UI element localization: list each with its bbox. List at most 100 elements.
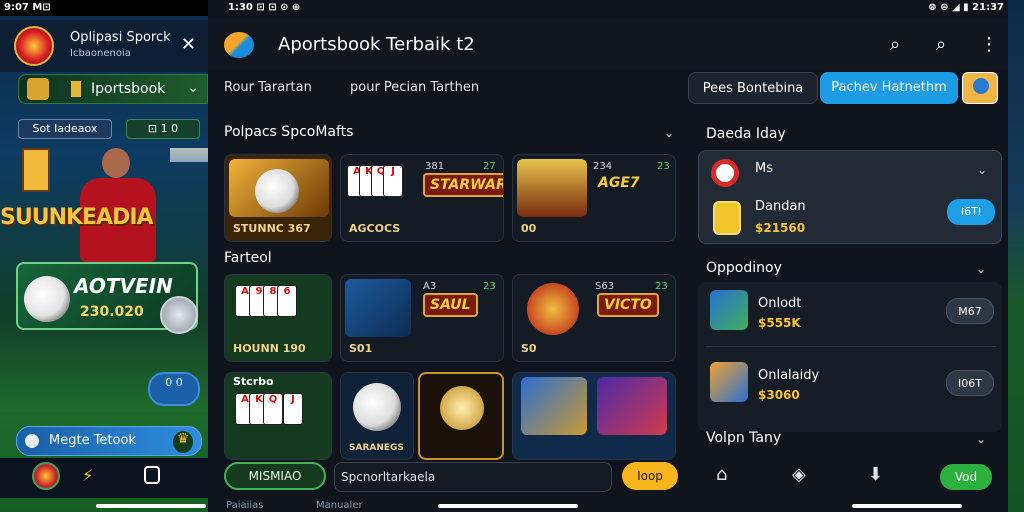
game-tile[interactable]: 234 23 AGE7 00 <box>512 154 676 242</box>
game-tile[interactable]: Stcrbo AKQJ <box>224 372 332 460</box>
featured-card[interactable]: Ms ⌄ Dandan $21560 I6TI <box>698 150 1002 244</box>
promo-card-value: 230.020 <box>80 304 144 320</box>
chevron-down-icon[interactable]: ⌄ <box>977 163 987 177</box>
app-header: Oplipasi Sporck Icbaonenoia ✕ <box>0 20 208 72</box>
featured-bet-button[interactable]: I6TI <box>947 199 995 225</box>
team-icon <box>710 290 748 330</box>
stadium-lights <box>170 148 208 162</box>
tab-second[interactable]: pour Pecian Tarthen <box>350 80 479 95</box>
game-tile[interactable]: A986 HOUNN 190 <box>224 274 332 362</box>
go-button[interactable]: Ioop <box>622 462 678 490</box>
game-art <box>527 283 579 335</box>
close-icon[interactable]: ✕ <box>181 34 196 55</box>
game-title: Stcrbo <box>233 375 274 388</box>
side-bottom-nav: ⌂ ◈ ⬇ Vod <box>698 458 1004 498</box>
chat-icon[interactable]: ◈ <box>792 464 806 485</box>
game-tile[interactable]: SARANEGS <box>340 372 414 460</box>
game-tile[interactable]: A3 23 SAUL S01 <box>340 274 504 362</box>
search-input[interactable]: Spcnorltarkaela <box>334 462 612 492</box>
status-icons: M⊡ <box>32 2 51 13</box>
game-number-alt: 23 <box>657 161 670 172</box>
football-icon <box>24 276 70 322</box>
opportunity-bet-button[interactable]: I06T <box>946 370 994 396</box>
game-number: S63 <box>595 281 615 292</box>
dock-square-icon[interactable] <box>144 466 160 484</box>
search-alt-icon[interactable]: ⌕ <box>936 34 946 55</box>
bottom-action-label: Megte Tetook <box>49 433 136 448</box>
info-icon <box>25 434 39 448</box>
side-title-daily: Daeda Iday <box>706 126 786 142</box>
bottom-bar: MISMIAO Spcnorltarkaela Ioop <box>208 458 688 498</box>
filter-pill-left[interactable]: Sot Iadeaox <box>18 119 112 139</box>
location-pin-icon <box>711 159 739 187</box>
game-label: AGCOCS <box>349 222 401 235</box>
featured-amount: $21560 <box>755 221 806 235</box>
opportunity-list: Onlodt $555K M67 Onlalaidy $3060 I06T <box>698 282 1002 432</box>
game-tile[interactable] <box>512 372 676 460</box>
game-label: S0 <box>521 342 537 355</box>
brand-logo-icon[interactable] <box>224 32 254 58</box>
bottom-caption-right: Manualer <box>316 500 363 511</box>
flag-icon <box>71 81 81 97</box>
game-number-alt: 23 <box>655 281 668 292</box>
side-column: Daeda Iday Ms ⌄ Dandan $21560 I6TI Oppod… <box>694 116 1004 496</box>
game-logo: STARWAR <box>423 173 503 197</box>
cards-icon: AKQJ <box>347 165 407 207</box>
chevron-down-icon[interactable]: ⌄ <box>187 80 199 96</box>
tab-pill-dark[interactable]: Pees Bontebina <box>688 72 818 104</box>
ticket-icon <box>713 201 741 235</box>
status-bar: 1:30 ⊡ ⊡ ⊙ ⊕ ⊗ ⊜ ◢ ▮ 21:37 <box>208 0 1008 16</box>
side-title-opportunity: Oppodinoy <box>706 260 782 276</box>
trophy-icon[interactable]: ♛ <box>173 431 193 453</box>
top-header: Aportsbook Terbaik t2 ⌕ ⌕ ⋮ <box>208 18 1008 70</box>
game-logo: AGE7 <box>598 175 640 191</box>
floating-badge[interactable]: 0 0 <box>148 372 200 406</box>
game-tile[interactable] <box>418 372 504 460</box>
game-tile[interactable]: STUNNC 367 <box>224 154 332 242</box>
mission-button[interactable]: MISMIAO <box>224 462 326 490</box>
opportunity-name: Onlodt <box>758 296 802 311</box>
cards-icon: A986 <box>235 285 297 327</box>
game-label: SARANEGS <box>349 443 404 453</box>
game-number: 381 <box>425 161 445 172</box>
search-icon[interactable]: ⌕ <box>890 34 900 55</box>
filter-pill-right[interactable]: ⊡ 1 0 <box>126 119 200 139</box>
home-indicator-center <box>438 504 578 508</box>
chevron-down-icon[interactable]: ⌄ <box>976 432 986 446</box>
download-icon[interactable]: ⬇ <box>868 464 883 485</box>
home-icon[interactable]: ⌂ <box>716 464 727 485</box>
left-dock: ⚡ <box>0 458 208 498</box>
chevron-down-icon[interactable]: ⌄ <box>976 262 986 276</box>
game-number: 234 <box>593 161 613 172</box>
opportunity-amount: $555K <box>758 316 801 330</box>
game-label: HOUNN 190 <box>233 342 306 355</box>
tab-pill-active[interactable]: Pachev Hatnethm <box>820 72 958 104</box>
game-tile[interactable]: S63 23 VICTO S0 <box>512 274 676 362</box>
go-green-button[interactable]: Vod <box>940 464 992 490</box>
game-art <box>517 159 587 217</box>
corner-flag-icon <box>22 148 50 192</box>
more-vertical-icon[interactable]: ⋮ <box>980 34 998 55</box>
game-art-alt <box>597 377 667 435</box>
status-time: 9:07 <box>4 2 29 13</box>
sportsbook-nav[interactable]: Iportsbook ⌄ <box>18 74 208 104</box>
dock-bolt-icon[interactable]: ⚡ <box>82 466 93 485</box>
game-tile[interactable]: AKQJ 381 27 STARWAR AGCOCS <box>340 154 504 242</box>
section-title-featured: Farteol <box>224 250 272 266</box>
featured-name: Ms <box>755 161 773 176</box>
games-area: Polpacs SpcoMafts ⌄ STUNNC 367 AKQJ 381 … <box>208 116 688 460</box>
opportunity-amount: $3060 <box>758 388 800 402</box>
app-logo-icon[interactable] <box>14 26 54 66</box>
right-edge-background <box>1008 0 1024 512</box>
tab-first[interactable]: Rour Tarartan <box>224 80 312 95</box>
main-panel: 1:30 ⊡ ⊡ ⊙ ⊕ ⊗ ⊜ ◢ ▮ 21:37 Aportsbook Te… <box>208 0 1008 512</box>
status-bar-left: 9:07 M⊡ <box>0 0 208 16</box>
dock-logo-icon[interactable] <box>32 462 60 490</box>
bottom-action-bar[interactable]: Megte Tetook ♛ <box>16 426 202 456</box>
chevron-down-icon[interactable]: ⌄ <box>664 126 674 140</box>
avatar[interactable] <box>962 72 998 104</box>
app-subtitle: Icbaonenoia <box>70 48 131 59</box>
shield-icon <box>27 78 49 100</box>
opportunity-bet-button[interactable]: M67 <box>946 298 994 324</box>
page-title: Aportsbook Terbaik t2 <box>278 34 475 55</box>
